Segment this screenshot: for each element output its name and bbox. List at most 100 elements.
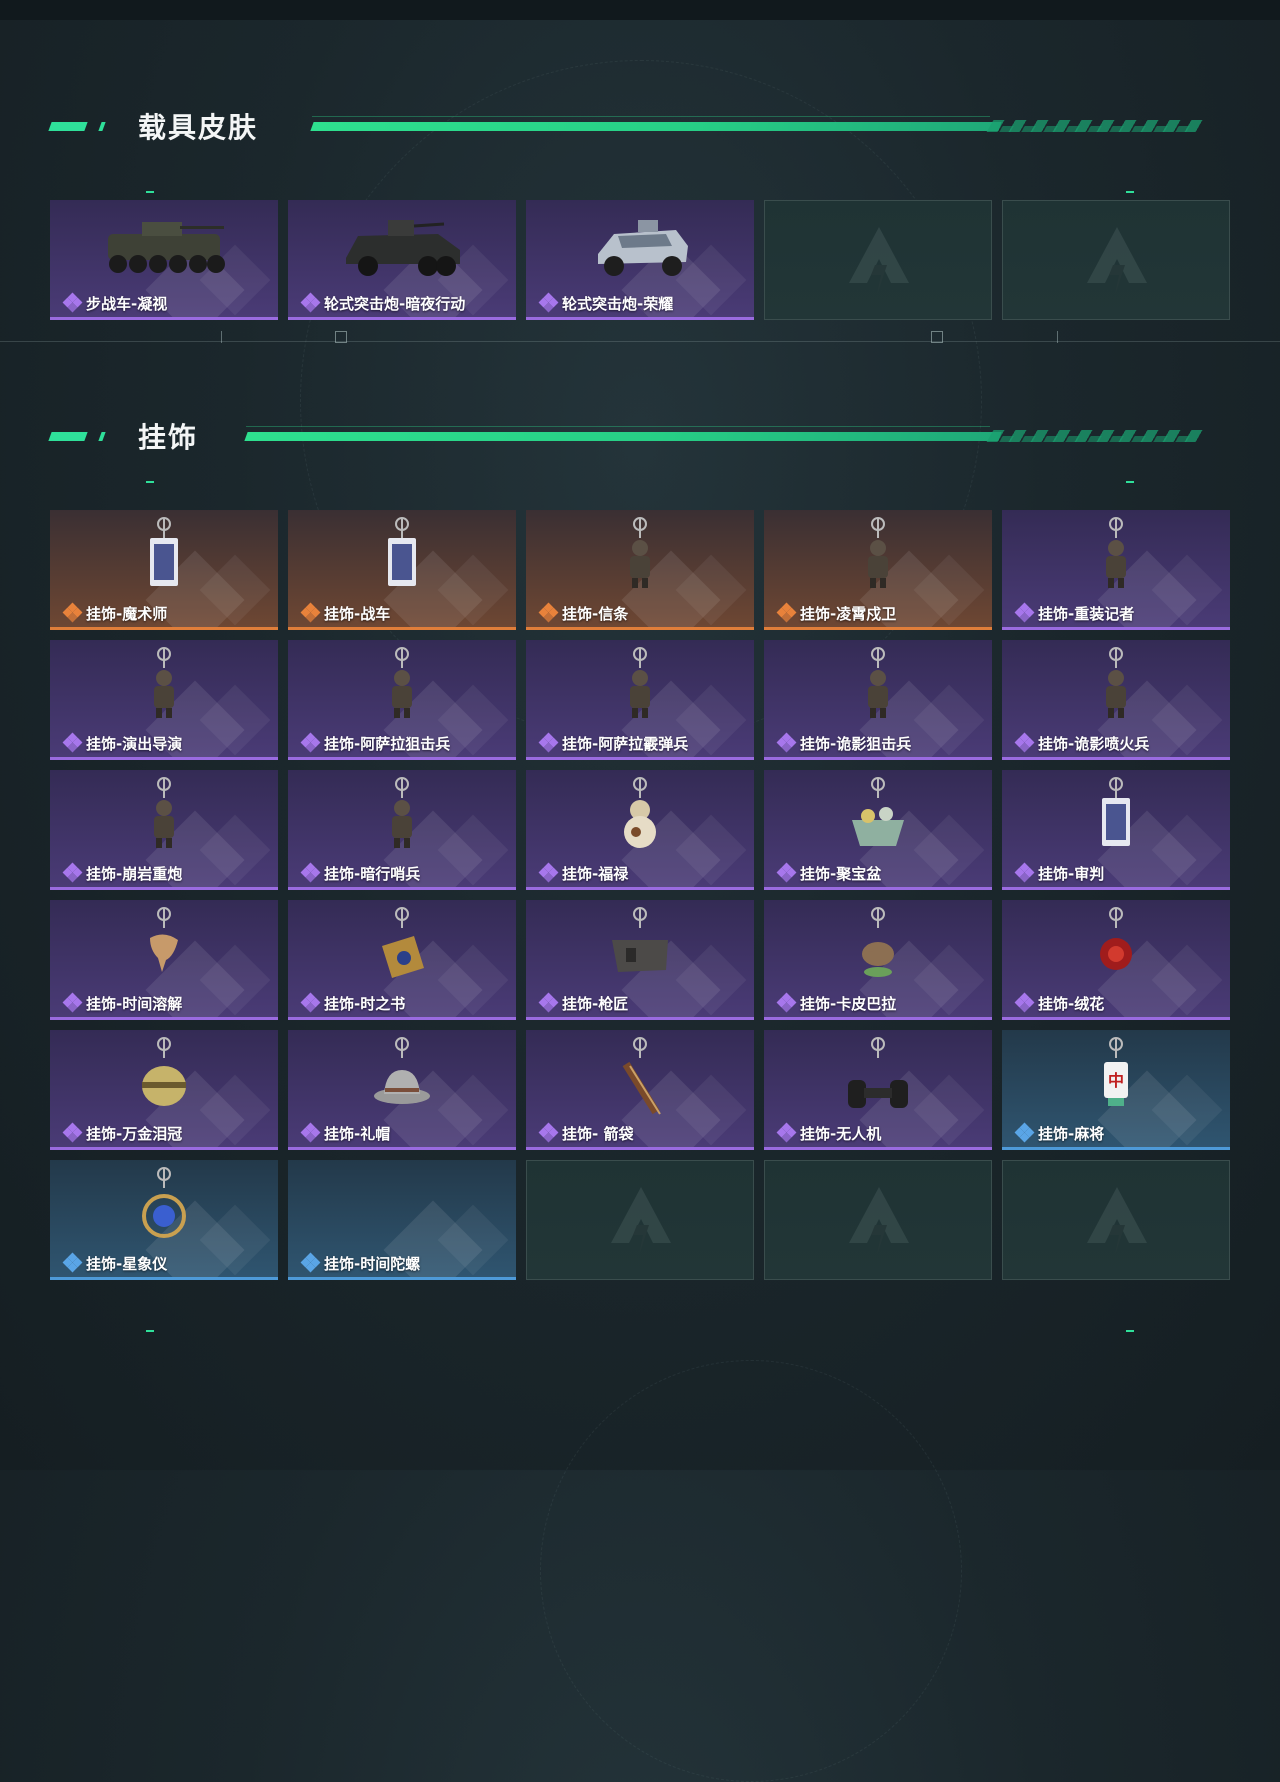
vehicle-skins-header: 载具皮肤 (48, 108, 1230, 148)
item-card[interactable]: 挂饰-演出导演 (50, 640, 278, 760)
item-card[interactable]: 挂饰-诡影狙击兵 (764, 640, 992, 760)
item-card[interactable]: 挂饰-崩岩重炮 (50, 770, 278, 890)
item-name: 挂饰-诡影狙击兵 (800, 734, 912, 753)
section-title: 挂饰 (138, 421, 199, 454)
item-label: 挂饰-魔术师 (62, 602, 167, 623)
header-thin-line (246, 426, 990, 427)
item-label: 挂饰-崩岩重炮 (62, 862, 183, 883)
item-card[interactable]: 挂饰-无人机 (764, 1030, 992, 1150)
item-label: 挂饰-阿萨拉狙击兵 (300, 732, 451, 753)
item-name: 挂饰-礼帽 (324, 1124, 391, 1143)
empty-slot (1002, 200, 1230, 320)
header-checker-pattern (988, 126, 1192, 132)
item-name: 挂饰-审判 (1038, 864, 1105, 883)
figure-charm-icon (1106, 517, 1126, 588)
book-charm-icon (382, 907, 424, 978)
drone-charm-icon (848, 1037, 908, 1108)
item-card[interactable]: 挂饰-阿萨拉霰弹兵 (526, 640, 754, 760)
item-label: 挂饰-无人机 (776, 1122, 882, 1143)
item-card[interactable]: 轮式突击炮-荣耀 (526, 200, 754, 320)
item-name: 挂饰-万金泪冠 (86, 1124, 183, 1143)
empty-slot (764, 200, 992, 320)
item-card[interactable]: 挂饰-信条 (526, 510, 754, 630)
rarity-diamond-icon (538, 602, 559, 623)
rarity-diamond-icon (300, 602, 321, 623)
item-card[interactable]: 挂饰-时间溶解 (50, 900, 278, 1020)
item-card[interactable]: 挂饰-时之书 (288, 900, 516, 1020)
rarity-diamond-icon (776, 1122, 797, 1143)
item-card[interactable]: 挂饰-星象仪 (50, 1160, 278, 1280)
quiver-charm-icon (622, 1037, 661, 1115)
item-card[interactable]: 挂饰-绒花 (1002, 900, 1230, 1020)
item-label: 挂饰-礼帽 (300, 1122, 391, 1143)
item-card[interactable]: 轮式突击炮-暗夜行动 (288, 200, 516, 320)
rarity-diamond-icon (62, 732, 83, 753)
corner-tick (1126, 1330, 1134, 1332)
tarot-card-charm-icon (388, 517, 416, 586)
rarity-diamond-icon (62, 1252, 83, 1273)
item-name: 挂饰-枪匠 (562, 994, 629, 1013)
charms-grid: 挂饰-魔术师 挂饰-战车 挂饰-信条 挂饰-凌霄戍卫 挂饰-重装记者 挂饰-演出导演 挂饰-… (50, 510, 1230, 1280)
item-label: 挂饰-演出导演 (62, 732, 183, 753)
item-name: 挂饰-演出导演 (86, 734, 183, 753)
gourd-charm-icon (624, 777, 656, 848)
decor-square (931, 331, 943, 343)
item-card[interactable]: 挂饰-阿萨拉狙击兵 (288, 640, 516, 760)
rarity-diamond-icon (62, 602, 83, 623)
item-name: 轮式突击炮-荣耀 (562, 294, 674, 313)
item-name: 挂饰-福禄 (562, 864, 629, 883)
item-label: 挂饰-诡影喷火兵 (1014, 732, 1149, 753)
item-name: 挂饰-战车 (324, 604, 391, 623)
rarity-diamond-icon (300, 1122, 321, 1143)
item-label: 挂饰-审判 (1014, 862, 1105, 883)
item-card[interactable]: 挂饰-时间陀螺 (288, 1160, 516, 1280)
item-card[interactable]: 挂饰-万金泪冠 (50, 1030, 278, 1150)
item-card[interactable]: 挂饰-审判 (1002, 770, 1230, 890)
item-name: 挂饰-凌霄戍卫 (800, 604, 897, 623)
item-card[interactable]: 挂饰-福禄 (526, 770, 754, 890)
item-card[interactable]: 挂饰-卡皮巴拉 (764, 900, 992, 1020)
item-card[interactable]: 挂饰-聚宝盆 (764, 770, 992, 890)
rarity-diamond-icon (62, 992, 83, 1013)
placeholder-logo-icon (849, 227, 909, 295)
item-label: 挂饰-战车 (300, 602, 391, 623)
rarity-diamond-icon (300, 1252, 321, 1273)
item-name: 步战车-凝视 (86, 294, 168, 313)
item-card[interactable]: 挂饰-枪匠 (526, 900, 754, 1020)
item-name: 挂饰-绒花 (1038, 994, 1105, 1013)
crown-charm-icon (142, 1037, 186, 1106)
item-card[interactable]: 挂饰-重装记者 (1002, 510, 1230, 630)
item-card[interactable]: 步战车-凝视 (50, 200, 278, 320)
mahjong-tile-charm-icon: 中 (1104, 1037, 1128, 1106)
decor-square (335, 331, 347, 343)
rarity-diamond-icon (300, 862, 321, 883)
item-card[interactable]: 挂饰- 箭袋 (526, 1030, 754, 1150)
item-label: 步战车-凝视 (62, 292, 168, 313)
ifv-vehicle-icon (108, 222, 225, 273)
corner-tick (146, 1330, 154, 1332)
hat-charm-icon (374, 1037, 430, 1104)
rarity-diamond-icon (538, 732, 559, 753)
rarity-diamond-icon (538, 992, 559, 1013)
item-card[interactable]: 挂饰-魔术师 (50, 510, 278, 630)
item-card[interactable]: 挂饰-诡影喷火兵 (1002, 640, 1230, 760)
item-card[interactable]: 挂饰-战车 (288, 510, 516, 630)
treasure-bowl-charm-icon (852, 777, 904, 846)
item-card[interactable]: 挂饰-凌霄戍卫 (764, 510, 992, 630)
rarity-diamond-icon (300, 992, 321, 1013)
figure-charm-icon (1106, 647, 1126, 718)
item-card[interactable]: 中挂饰-麻将 (1002, 1030, 1230, 1150)
item-name: 挂饰-崩岩重炮 (86, 864, 183, 883)
rarity-diamond-icon (776, 602, 797, 623)
item-label: 挂饰-福禄 (538, 862, 629, 883)
rarity-diamond-icon (1014, 1122, 1035, 1143)
item-label: 挂饰-信条 (538, 602, 628, 623)
item-name: 挂饰-时之书 (324, 994, 406, 1013)
svg-text:中: 中 (1108, 1071, 1124, 1090)
item-name: 挂饰-无人机 (800, 1124, 882, 1143)
item-name: 挂饰-阿萨拉狙击兵 (324, 734, 451, 753)
rarity-diamond-icon (538, 862, 559, 883)
figure-charm-icon (392, 647, 412, 718)
item-card[interactable]: 挂饰-礼帽 (288, 1030, 516, 1150)
item-card[interactable]: 挂饰-暗行哨兵 (288, 770, 516, 890)
